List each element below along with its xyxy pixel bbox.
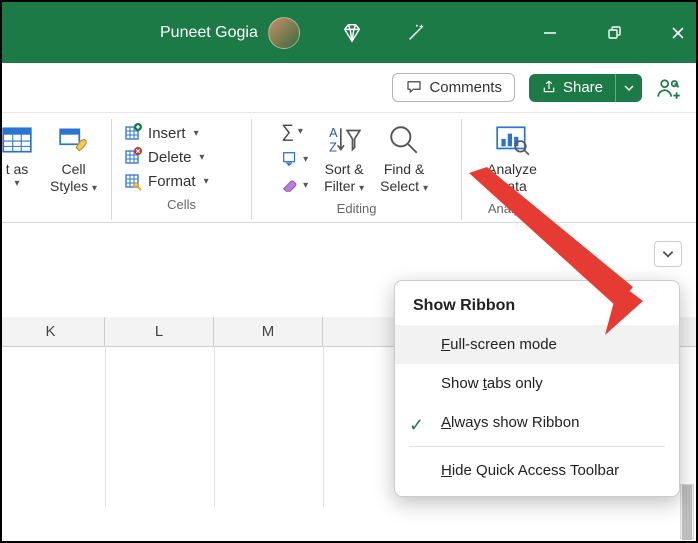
sigma-icon: ∑ (281, 121, 294, 142)
wand-icon[interactable] (404, 21, 428, 45)
find-icon (387, 121, 421, 159)
autosum-button[interactable]: ∑▾ (281, 121, 303, 142)
format-as-table-label: t as (6, 161, 29, 178)
delete-icon (122, 147, 142, 167)
ribbon: t as ▾ Cell Styles ▾ Insert▾ (2, 113, 696, 223)
comment-icon (405, 78, 423, 96)
people-icon[interactable] (656, 75, 682, 101)
analyze-data-icon (494, 121, 530, 159)
format-as-table-button[interactable]: t as ▾ (0, 119, 38, 190)
format-label: Format (148, 173, 196, 190)
column-header[interactable]: M (214, 317, 323, 346)
share-icon (541, 79, 557, 95)
insert-button[interactable]: Insert▾ (122, 123, 199, 143)
menu-show-tabs-only[interactable]: Show tabs only (395, 364, 679, 403)
share-label: Share (563, 79, 603, 96)
restore-button[interactable] (606, 25, 622, 41)
analysis-group-label: Analysis (472, 201, 552, 220)
username: Puneet Gogia (160, 24, 258, 42)
minimize-button[interactable] (542, 25, 558, 41)
cells-group-label: Cells (122, 197, 241, 216)
sort-filter-l2: Filter (324, 178, 355, 194)
eraser-icon (281, 176, 299, 194)
share-caret[interactable] (616, 83, 642, 93)
svg-text:A: A (329, 126, 338, 140)
sort-filter-icon: AZ (326, 121, 362, 159)
popup-title: Show Ribbon (395, 285, 679, 325)
avatar[interactable] (268, 17, 300, 49)
comments-button[interactable]: Comments (392, 73, 515, 102)
fill-button[interactable]: ▾ (281, 150, 308, 168)
format-icon (122, 171, 142, 191)
find-select-button[interactable]: Find & Select ▾ (376, 119, 432, 195)
find-select-l2: Select (380, 178, 419, 194)
sort-filter-button[interactable]: AZ Sort & Filter ▾ (320, 119, 368, 195)
column-header[interactable]: K (0, 317, 105, 346)
comments-label: Comments (429, 79, 502, 96)
share-button[interactable]: Share (529, 74, 642, 102)
editing-group-label: Editing (262, 201, 451, 220)
analyze-l2: Data (497, 178, 527, 195)
menu-hide-qat[interactable]: Hide Quick Access Toolbar (395, 451, 679, 490)
titlebar: Puneet Gogia (2, 2, 696, 63)
close-button[interactable] (670, 25, 686, 41)
menu-always-show-ribbon[interactable]: ✓ Always show Ribbon (395, 403, 679, 442)
delete-label: Delete (148, 149, 191, 166)
check-icon: ✓ (409, 415, 424, 436)
analyze-data-button[interactable]: Analyze Data (483, 119, 541, 195)
find-select-l1: Find & (384, 161, 424, 178)
format-button[interactable]: Format▾ (122, 171, 209, 191)
menu-full-screen[interactable]: Full-screen mode (395, 325, 679, 364)
fill-icon (281, 150, 299, 168)
sort-filter-l1: Sort & (325, 161, 364, 178)
ribbon-options-menu: Show Ribbon Full-screen mode Show tabs o… (394, 280, 680, 497)
cell-styles-icon (57, 121, 91, 159)
menu-separator (409, 446, 665, 447)
delete-button[interactable]: Delete▾ (122, 147, 204, 167)
cell-styles-l1: Cell (61, 161, 85, 178)
format-as-table-icon (0, 121, 34, 159)
secondbar: Comments Share (2, 63, 696, 113)
diamond-icon[interactable] (340, 21, 364, 45)
insert-label: Insert (148, 125, 186, 142)
svg-text:Z: Z (329, 141, 337, 155)
ribbon-options-button[interactable] (654, 241, 682, 267)
cell-styles-button[interactable]: Cell Styles ▾ (46, 119, 101, 195)
cell-styles-l2: Styles (50, 178, 88, 194)
insert-icon (122, 123, 142, 143)
column-header[interactable]: L (105, 317, 214, 346)
clear-button[interactable]: ▾ (281, 176, 308, 194)
vertical-scrollbar[interactable] (680, 484, 694, 539)
analyze-l1: Analyze (487, 161, 537, 178)
